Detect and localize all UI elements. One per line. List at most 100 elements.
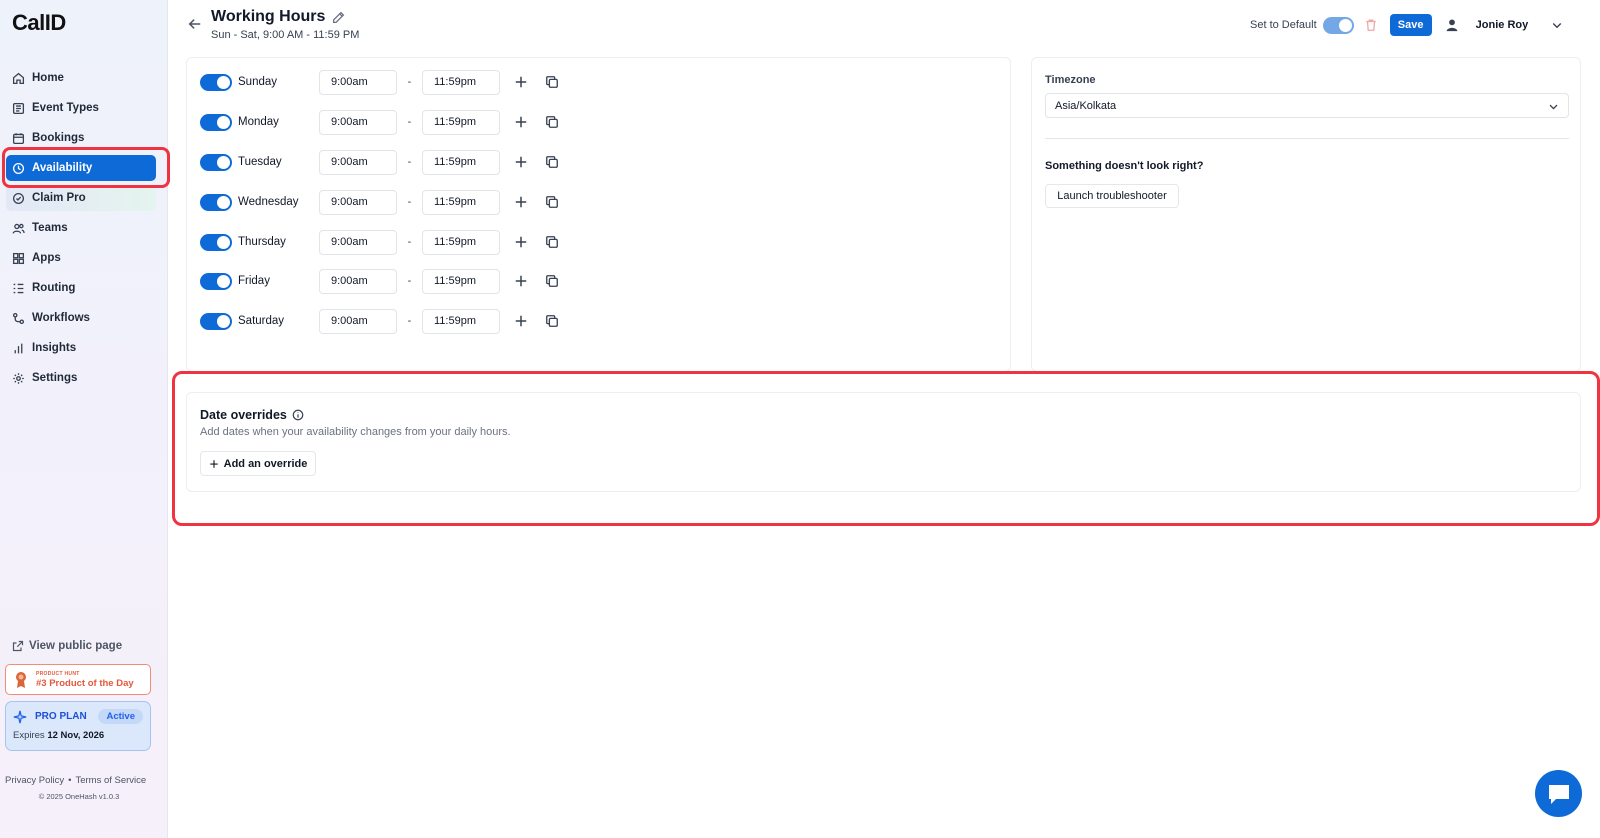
end-time-select[interactable]: 11:59pm xyxy=(422,69,500,95)
time-separator: - xyxy=(407,196,412,208)
day-row-tuesday: Tuesday 9:00am - 11:59pm xyxy=(200,149,559,175)
product-hunt-badge[interactable]: PRODUCT HUNT #3 Product of the Day xyxy=(5,664,151,695)
pro-plan-expires-date: 12 Nov, 2026 xyxy=(47,730,105,741)
sidebar-item-settings[interactable]: Settings xyxy=(6,365,156,391)
delete-button[interactable] xyxy=(1364,18,1390,32)
product-hunt-small-label: PRODUCT HUNT xyxy=(36,670,80,677)
day-label: Friday xyxy=(238,275,270,287)
gear-icon xyxy=(13,372,24,384)
day-toggle-monday[interactable] xyxy=(200,113,232,131)
day-label: Thursday xyxy=(238,236,286,248)
user-avatar-icon[interactable] xyxy=(1445,18,1459,32)
sidebar-item-workflows[interactable]: Workflows xyxy=(6,305,156,331)
start-time-select[interactable]: 9:00am xyxy=(319,229,397,255)
sidebar-item-label: Apps xyxy=(32,252,61,264)
end-time-select[interactable]: 11:59pm xyxy=(422,149,500,175)
launch-troubleshooter-button[interactable]: Launch troubleshooter xyxy=(1045,184,1179,208)
footer-links: Privacy Policy • Terms of Service xyxy=(5,775,153,786)
page-title-text: Working Hours xyxy=(211,8,326,25)
plus-icon[interactable] xyxy=(514,115,528,129)
copy-icon[interactable] xyxy=(545,314,559,328)
day-label: Sunday xyxy=(238,76,278,88)
day-toggle-tuesday[interactable] xyxy=(200,153,232,171)
day-toggle-thursday[interactable] xyxy=(200,233,232,251)
product-hunt-text: PRODUCT HUNT #3 Product of the Day xyxy=(36,671,134,689)
start-time-select[interactable]: 9:00am xyxy=(319,149,397,175)
app-logo[interactable]: CalID xyxy=(12,10,66,36)
privacy-policy-link[interactable]: Privacy Policy xyxy=(5,775,64,786)
day-row-sunday: Sunday 9:00am - 11:59pm xyxy=(200,69,559,95)
user-name[interactable]: Jonie Roy xyxy=(1476,19,1529,31)
day-toggle-friday[interactable] xyxy=(200,272,232,290)
date-overrides-highlight-box xyxy=(172,371,1600,526)
day-label: Saturday xyxy=(238,315,285,327)
grid-icon xyxy=(12,252,25,264)
copy-icon[interactable] xyxy=(545,235,559,249)
sidebar-item-teams[interactable]: Teams xyxy=(6,215,156,241)
badge-icon xyxy=(12,192,25,204)
plus-icon[interactable] xyxy=(514,75,528,89)
day-row-thursday: Thursday 9:00am - 11:59pm xyxy=(200,229,559,255)
sidebar: CalID Home Event Types Bookings Availabi… xyxy=(0,0,168,838)
day-row-monday: Monday 9:00am - 11:59pm xyxy=(200,109,559,135)
start-time-select[interactable]: 9:00am xyxy=(319,69,397,95)
plus-icon[interactable] xyxy=(514,274,528,288)
end-time-select[interactable]: 11:59pm xyxy=(422,189,500,215)
end-time-select[interactable]: 11:59pm xyxy=(422,109,500,135)
day-toggle-sunday[interactable] xyxy=(200,73,232,91)
copy-icon[interactable] xyxy=(545,75,559,89)
sidebar-item-routing[interactable]: Routing xyxy=(6,275,156,301)
end-time-select[interactable]: 11:59pm xyxy=(422,229,500,255)
end-time-select[interactable]: 11:59pm xyxy=(422,268,500,294)
copy-icon[interactable] xyxy=(545,115,559,129)
chat-support-button[interactable] xyxy=(1535,770,1582,817)
plus-icon[interactable] xyxy=(514,155,528,169)
plus-icon[interactable] xyxy=(514,314,528,328)
back-arrow-icon[interactable] xyxy=(188,17,202,31)
view-public-page-link[interactable]: View public page xyxy=(12,640,122,652)
sidebar-item-event-types[interactable]: Event Types xyxy=(6,95,156,121)
sidebar-item-insights[interactable]: Insights xyxy=(6,335,156,361)
troubleshoot-title: Something doesn't look right? xyxy=(1045,160,1204,172)
day-toggle-saturday[interactable] xyxy=(200,312,232,330)
plus-icon[interactable] xyxy=(514,235,528,249)
pro-plan-card: PRO PLAN Active Expires 12 Nov, 2026 xyxy=(5,701,151,751)
start-time-select[interactable]: 9:00am xyxy=(319,308,397,334)
day-label: Wednesday xyxy=(238,196,299,208)
pencil-edit-icon[interactable] xyxy=(332,11,345,24)
day-toggle-wednesday[interactable] xyxy=(200,193,232,211)
pro-plan-expires-prefix: Expires xyxy=(13,730,45,741)
chevron-down-icon[interactable] xyxy=(1551,19,1563,31)
timezone-select[interactable]: Asia/Kolkata xyxy=(1045,93,1569,118)
start-time-select[interactable]: 9:00am xyxy=(319,189,397,215)
page-title: Working Hours xyxy=(211,8,345,26)
sidebar-nav: Home Event Types Bookings Availability C… xyxy=(6,65,156,395)
plus-icon[interactable] xyxy=(514,195,528,209)
start-time-select[interactable]: 9:00am xyxy=(319,268,397,294)
pro-plan-status-badge: Active xyxy=(98,709,143,724)
sidebar-item-apps[interactable]: Apps xyxy=(6,245,156,271)
users-icon xyxy=(12,223,25,234)
sidebar-item-label: Workflows xyxy=(32,312,90,324)
sidebar-item-label: Settings xyxy=(32,372,78,384)
copy-icon[interactable] xyxy=(545,195,559,209)
sidebar-item-label: Claim Pro xyxy=(32,192,86,204)
end-time-select[interactable]: 11:59pm xyxy=(422,308,500,334)
timezone-card: Timezone Asia/Kolkata Something doesn't … xyxy=(1031,57,1581,372)
time-separator: - xyxy=(407,116,412,128)
sidebar-item-label: Routing xyxy=(32,282,76,294)
save-button[interactable]: Save xyxy=(1389,14,1432,36)
sidebar-item-home[interactable]: Home xyxy=(6,65,156,91)
routing-icon xyxy=(13,283,24,293)
sidebar-item-claim-pro[interactable]: Claim Pro xyxy=(6,185,156,211)
terms-of-service-link[interactable]: Terms of Service xyxy=(75,775,146,786)
chat-bubble-icon xyxy=(1548,784,1569,804)
divider xyxy=(1045,138,1569,139)
copy-icon[interactable] xyxy=(545,155,559,169)
time-separator: - xyxy=(407,275,412,287)
set-default-toggle[interactable] xyxy=(1322,16,1354,34)
start-time-select[interactable]: 9:00am xyxy=(319,109,397,135)
copy-icon[interactable] xyxy=(545,274,559,288)
event-types-icon xyxy=(12,102,25,114)
sidebar-item-label: Insights xyxy=(32,342,77,354)
